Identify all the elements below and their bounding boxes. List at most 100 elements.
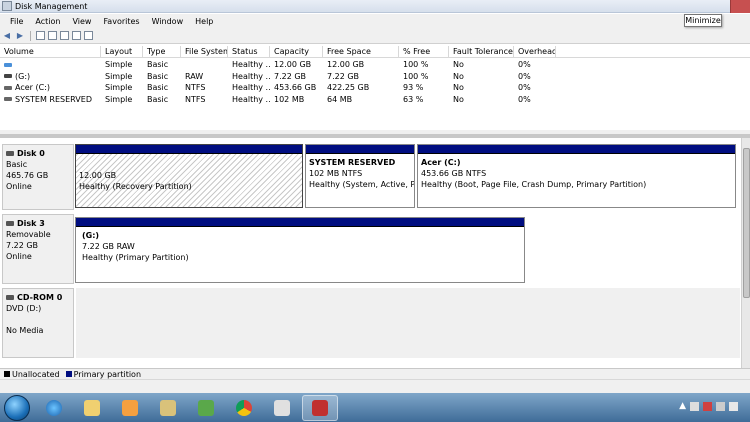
power-icon[interactable] bbox=[703, 401, 712, 411]
unallocated-swatch bbox=[4, 371, 10, 377]
type: Basic bbox=[147, 83, 169, 93]
taskbar-disk-management[interactable] bbox=[302, 394, 338, 421]
menu-action[interactable]: Action bbox=[29, 17, 66, 26]
status: Healthy ... bbox=[232, 83, 270, 93]
layout: Simple bbox=[105, 60, 133, 70]
taskbar-paint[interactable] bbox=[264, 395, 300, 421]
col-file-system[interactable]: File System bbox=[181, 46, 228, 57]
free-space: 422.25 GB bbox=[327, 83, 370, 93]
menu-help[interactable]: Help bbox=[189, 17, 219, 26]
volume-list: Simple Basic Healthy ... 12.00 GB 12.00 … bbox=[0, 59, 750, 105]
disk-name: Disk 3 bbox=[17, 219, 45, 228]
col-layout[interactable]: Layout bbox=[101, 46, 143, 57]
menu-favorites[interactable]: Favorites bbox=[97, 17, 145, 26]
volume-icon[interactable] bbox=[690, 401, 699, 411]
col-overhead[interactable]: Overhead bbox=[514, 46, 556, 57]
games-icon bbox=[198, 399, 214, 416]
cdrom-empty-area bbox=[76, 288, 740, 358]
pct-free: 93 % bbox=[403, 83, 424, 93]
col-status[interactable]: Status bbox=[228, 46, 270, 57]
taskbar-chrome[interactable] bbox=[226, 395, 262, 421]
menu-file[interactable]: File bbox=[4, 17, 29, 26]
status: Healthy ... bbox=[232, 71, 270, 81]
paint-icon bbox=[274, 399, 290, 416]
partition-recovery[interactable]: 12.00 GB Healthy (Recovery Partition) bbox=[75, 144, 303, 208]
check-icon[interactable] bbox=[84, 31, 93, 40]
back-icon[interactable]: ◀ bbox=[2, 31, 12, 41]
disk-name: Disk 0 bbox=[17, 149, 45, 158]
disk-3-label[interactable]: Disk 3 Removable 7.22 GB Online bbox=[2, 214, 74, 284]
partition-name: SYSTEM RESERVED bbox=[309, 158, 396, 167]
table-row[interactable]: SYSTEM RESERVED Simple Basic NTFS Health… bbox=[0, 94, 750, 106]
disk-icon bbox=[6, 151, 14, 156]
pct-free: 100 % bbox=[403, 60, 429, 70]
type: Basic bbox=[147, 60, 169, 70]
taskbar-explorer[interactable] bbox=[74, 395, 110, 421]
legend-primary: Primary partition bbox=[65, 370, 141, 379]
properties-icon[interactable] bbox=[48, 31, 57, 40]
partition-name: Acer (C:) bbox=[421, 158, 461, 167]
start-button[interactable] bbox=[4, 394, 30, 421]
partition-status: Healthy (Boot, Page File, Crash Dump, Pr… bbox=[421, 180, 647, 189]
pct-free: 100 % bbox=[403, 71, 429, 81]
capacity: 7.22 GB bbox=[274, 71, 307, 81]
fault-tolerance: No bbox=[453, 83, 464, 93]
taskbar-ie[interactable] bbox=[36, 395, 72, 421]
network-icon[interactable] bbox=[716, 401, 725, 411]
partition-acer-c[interactable]: Acer (C:) 453.66 GB NTFS Healthy (Boot, … bbox=[417, 144, 736, 208]
table-row[interactable]: (G:) Simple Basic RAW Healthy ... 7.22 G… bbox=[0, 71, 750, 83]
status: Healthy ... bbox=[232, 60, 270, 70]
free-space: 7.22 GB bbox=[327, 71, 360, 81]
menu-view[interactable]: View bbox=[66, 17, 97, 26]
disk-0-label[interactable]: Disk 0 Basic 465.76 GB Online bbox=[2, 144, 74, 210]
col-free-space[interactable]: Free Space bbox=[323, 46, 399, 57]
menu-bar: File Action View Favorites Window Help bbox=[0, 14, 750, 28]
volume-list-header: Volume Layout Type File System Status Ca… bbox=[0, 46, 750, 58]
view-icon[interactable] bbox=[72, 31, 81, 40]
internet-explorer-icon bbox=[46, 399, 62, 416]
disk-map-scrollbar[interactable] bbox=[741, 138, 750, 368]
partition-status: Healthy (System, Active, Prim bbox=[309, 180, 414, 189]
partition-system-reserved[interactable]: SYSTEM RESERVED 102 MB NTFS Healthy (Sys… bbox=[305, 144, 415, 208]
col-pct-free[interactable]: % Free bbox=[399, 46, 449, 57]
table-row[interactable]: Simple Basic Healthy ... 12.00 GB 12.00 … bbox=[0, 59, 750, 71]
partition-g[interactable]: (G:) 7.22 GB RAW Healthy (Primary Partit… bbox=[75, 217, 525, 283]
partition-status: Healthy (Primary Partition) bbox=[82, 253, 189, 262]
table-row[interactable]: Acer (C:) Simple Basic NTFS Healthy ... … bbox=[0, 82, 750, 94]
help-icon[interactable] bbox=[60, 31, 69, 40]
taskbar-app5[interactable] bbox=[188, 395, 224, 421]
col-type[interactable]: Type bbox=[143, 46, 181, 57]
cdrom-icon bbox=[6, 295, 14, 300]
folder-icon bbox=[84, 399, 100, 416]
scrollbar-thumb[interactable] bbox=[743, 148, 750, 298]
cdrom-0-label[interactable]: CD-ROM 0 DVD (D:) No Media bbox=[2, 288, 74, 358]
taskbar-media[interactable] bbox=[112, 395, 148, 421]
forward-icon[interactable]: ▶ bbox=[15, 31, 25, 41]
show-hidden-icons-icon[interactable]: ▲ bbox=[679, 401, 686, 411]
show-hide-tree-icon[interactable] bbox=[36, 31, 45, 40]
col-fault-tolerance[interactable]: Fault Tolerance bbox=[449, 46, 514, 57]
chrome-icon bbox=[236, 399, 252, 416]
volume-icon bbox=[4, 62, 12, 67]
disk-size: 7.22 GB bbox=[6, 241, 39, 250]
col-volume[interactable]: Volume bbox=[0, 46, 101, 57]
col-capacity[interactable]: Capacity bbox=[270, 46, 323, 57]
toolbar-divider bbox=[30, 30, 31, 41]
capacity: 102 MB bbox=[274, 94, 305, 104]
menu-window[interactable]: Window bbox=[146, 17, 190, 26]
toolbar: ◀ ▶ bbox=[0, 28, 750, 44]
close-button[interactable] bbox=[730, 0, 750, 13]
overhead: 0% bbox=[518, 83, 531, 93]
status-bar bbox=[0, 379, 750, 393]
partition-name: (G:) bbox=[82, 231, 100, 240]
volume-name: SYSTEM RESERVED bbox=[15, 94, 92, 104]
capacity: 12.00 GB bbox=[274, 60, 312, 70]
layout: Simple bbox=[105, 94, 133, 104]
primary-swatch bbox=[65, 371, 72, 377]
disk-kind: DVD (D:) bbox=[6, 304, 42, 313]
fault-tolerance: No bbox=[453, 60, 464, 70]
volume-icon bbox=[4, 74, 12, 79]
taskbar-app4[interactable] bbox=[150, 395, 186, 421]
action-center-icon[interactable] bbox=[729, 401, 738, 411]
type: Basic bbox=[147, 71, 169, 81]
